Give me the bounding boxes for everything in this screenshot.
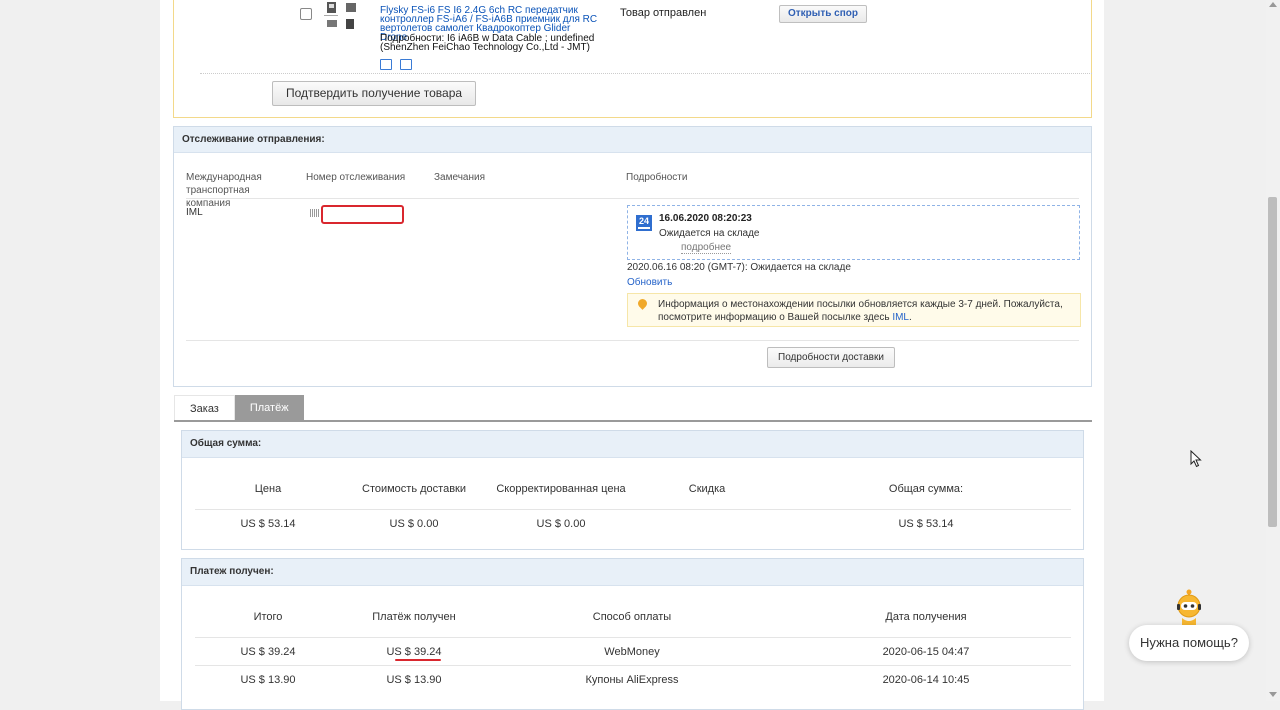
column-remarks: Замечания <box>434 172 486 183</box>
payment-received-panel: Платеж получен: Итого Платёж получен Спо… <box>181 558 1084 710</box>
column-carrier: Международная транспортная компания <box>186 172 262 209</box>
payment-row-1-method: WebMoney <box>604 646 660 658</box>
info-text: Информация о местонахождении посылки обн… <box>658 299 1063 323</box>
scrollbar-thumb[interactable] <box>1268 197 1277 527</box>
total-sum-header: Общая сумма: <box>182 431 1083 458</box>
column-payment-method: Способ оплаты <box>592 611 672 623</box>
event-date: 16.06.2020 08:20:23 <box>659 213 752 224</box>
divider <box>195 665 1071 666</box>
calendar-icon: 24 <box>636 215 652 231</box>
card-icon[interactable] <box>400 59 412 70</box>
column-total: Общая сумма: <box>888 483 964 495</box>
divider <box>200 73 1092 74</box>
help-chat-button[interactable]: Нужна помощь? <box>1129 625 1249 661</box>
product-thumbnail[interactable] <box>324 0 364 36</box>
snapshot-icon[interactable] <box>380 59 392 70</box>
carrier-site-link[interactable]: IML <box>892 312 909 323</box>
tracking-number-redacted[interactable] <box>321 205 404 224</box>
payment-row-2-subtotal: US $ 13.90 <box>240 674 296 686</box>
tab-order[interactable]: Заказ <box>174 395 235 422</box>
order-page: Flysky FS-i6 FS I6 2.4G 6ch RC передатчи… <box>160 0 1104 710</box>
product-status: Товар отправлен <box>620 7 707 19</box>
event-more-link[interactable]: подробнее <box>681 242 732 254</box>
scroll-down-arrow-icon[interactable] <box>1269 692 1277 697</box>
divider <box>186 198 1079 199</box>
event-history-line: 2020.06.16 08:20 (GMT-7): Ожидается на с… <box>627 262 851 273</box>
payment-received-header: Платеж получен: <box>182 559 1083 586</box>
column-details: Подробности <box>626 172 688 183</box>
payment-row-2-method: Купоны AliExpress <box>585 674 679 686</box>
red-underline-annotation <box>395 659 441 661</box>
open-dispute-button[interactable]: Открыть спор <box>779 5 867 23</box>
column-payment-date: Дата получения <box>885 611 967 623</box>
barcode-icon <box>310 209 320 217</box>
tab-payment[interactable]: Платёж <box>234 395 304 421</box>
support-robot-icon[interactable] <box>1173 588 1205 626</box>
tracking-panel: Отслеживание отправления: Международная … <box>173 126 1092 387</box>
confirm-receipt-button[interactable]: Подтвердить получение товара <box>272 81 476 106</box>
tracking-event-card: 24 16.06.2020 08:20:23 Ожидается на скла… <box>627 205 1080 260</box>
shipping-value: US $ 0.00 <box>389 518 439 530</box>
location-pin-icon <box>636 297 649 310</box>
event-status: Ожидается на складе <box>659 228 760 239</box>
adjusted-price-value: US $ 0.00 <box>536 518 586 530</box>
total-sum-panel: Общая сумма: Цена Стоимость доставки Ско… <box>181 430 1084 550</box>
divider <box>186 340 1079 341</box>
tracking-header: Отслеживание отправления: <box>174 127 1091 153</box>
mouse-cursor-icon <box>1190 450 1202 468</box>
carrier-name: IML <box>186 207 203 218</box>
price-value: US $ 53.14 <box>240 518 296 530</box>
column-tracking-number: Номер отслеживания <box>306 172 406 183</box>
column-payment-received: Платёж получен <box>372 611 456 623</box>
payment-row-1-date: 2020-06-15 04:47 <box>882 646 970 658</box>
delivery-details-button[interactable]: Подробности доставки <box>767 347 895 368</box>
total-value: US $ 53.14 <box>898 518 954 530</box>
column-subtotal: Итого <box>253 611 283 623</box>
product-checkbox[interactable] <box>300 8 312 20</box>
scroll-up-arrow-icon[interactable] <box>1269 2 1277 7</box>
product-details: Подробности: I6 iA6B w Data Cable ; unde… <box>380 33 595 53</box>
divider <box>195 509 1071 510</box>
column-price: Цена <box>254 483 282 495</box>
payment-row-2-date: 2020-06-14 10:45 <box>882 674 970 686</box>
divider <box>195 637 1071 638</box>
product-item-box: Flysky FS-i6 FS I6 2.4G 6ch RC передатчи… <box>173 0 1092 118</box>
payment-row-2-received: US $ 13.90 <box>386 674 442 686</box>
payment-row-1-received: US $ 39.24 <box>386 646 442 658</box>
column-shipping: Стоимость доставки <box>362 483 466 495</box>
tab-underline <box>174 420 1092 422</box>
column-adjusted-price: Скорректированная цена <box>496 483 626 495</box>
column-discount: Скидка <box>688 483 726 495</box>
info-notice: Информация о местонахождении посылки обн… <box>627 293 1081 327</box>
product-action-icons <box>380 59 420 73</box>
order-tabs: Заказ Платёж <box>174 395 304 422</box>
payment-row-1-subtotal: US $ 39.24 <box>240 646 296 658</box>
refresh-link[interactable]: Обновить <box>627 277 672 288</box>
